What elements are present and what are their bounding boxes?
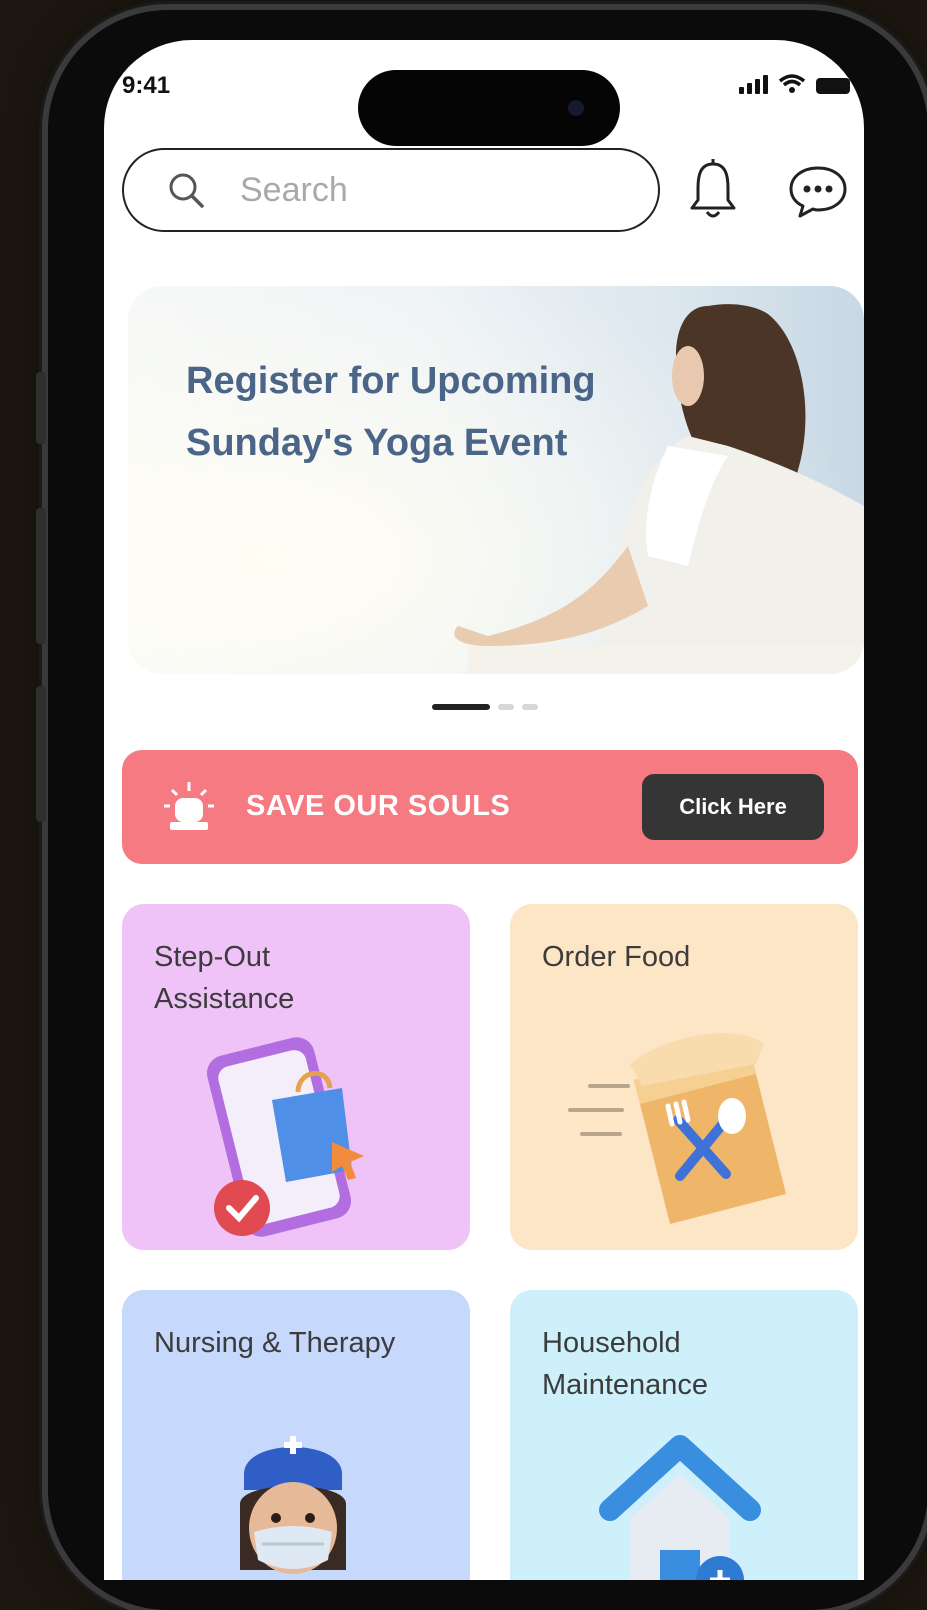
carousel-dot	[522, 704, 538, 710]
status-time: 9:41	[122, 72, 171, 99]
yoga-woman-illustration	[128, 286, 864, 674]
battery-icon	[816, 78, 850, 94]
siren-icon	[164, 782, 214, 830]
house-icon	[599, 1435, 761, 1580]
sos-label: SAVE OUR SOULS	[246, 790, 511, 822]
carousel-indicator[interactable]	[432, 704, 538, 710]
nurse-icon	[240, 1436, 346, 1574]
chat-icon[interactable]	[786, 162, 850, 222]
dynamic-island	[358, 70, 620, 146]
yoga-event-banner[interactable]: Register for Upcoming Sunday's Yoga Even…	[128, 286, 864, 674]
volume-down-button	[36, 686, 46, 822]
shopping-phone-icon	[206, 1037, 364, 1237]
service-card-order-food[interactable]: Order Food	[510, 904, 858, 1250]
service-card-label: Order Food	[542, 941, 691, 973]
sos-click-here-button[interactable]: Click Here	[642, 774, 824, 840]
banner-title: Register for Upcoming Sunday's Yoga Even…	[186, 360, 596, 464]
service-card-label: Nursing & Therapy	[154, 1327, 396, 1359]
service-card-label: Household Maintenance	[542, 1327, 709, 1401]
status-icons	[739, 74, 850, 94]
wifi-icon	[778, 74, 806, 93]
search-input[interactable]: Search	[240, 171, 348, 210]
sos-banner: SAVE OUR SOULS Click Here	[122, 750, 858, 864]
service-card-household-maintenance[interactable]: Household Maintenance	[510, 1290, 858, 1580]
service-card-nursing-therapy[interactable]: Nursing & Therapy	[122, 1290, 470, 1580]
mute-switch	[36, 372, 46, 444]
signal-icon	[739, 74, 768, 94]
search-icon	[169, 173, 204, 208]
service-card-label: Step-Out Assistance	[154, 941, 295, 1015]
search-bar[interactable]: Search	[122, 148, 660, 232]
carousel-dot	[498, 704, 514, 710]
bell-icon[interactable]	[688, 158, 738, 220]
food-bag-icon	[568, 1033, 786, 1224]
service-card-step-out-assistance[interactable]: Step-Out Assistance	[122, 904, 470, 1250]
carousel-dot-active	[432, 704, 490, 710]
app-screen: 9:41 Search Register for Upcoming Sunday…	[104, 40, 864, 1580]
volume-up-button	[36, 508, 46, 644]
